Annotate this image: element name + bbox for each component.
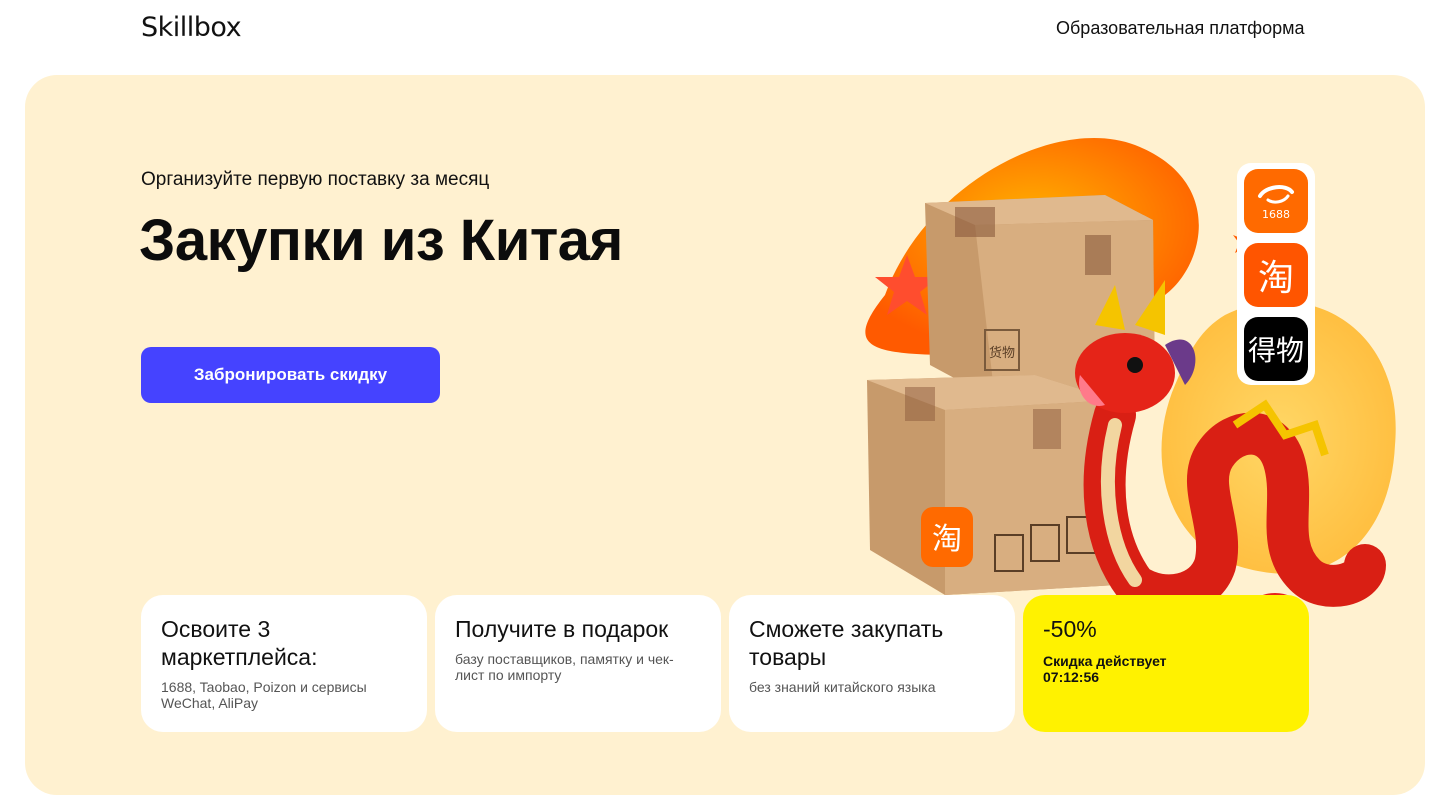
1688-icon: 1688 <box>1244 169 1308 233</box>
taobao-icon: 淘 <box>1244 243 1308 307</box>
discount-label: Скидка действует <box>1043 653 1167 669</box>
skillbox-logo[interactable]: Skillbox <box>141 12 242 43</box>
discount-card: -50% Скидка действует 07:12:56 <box>1023 595 1309 732</box>
site-header: Skillbox Образовательная платформа <box>0 0 1452 60</box>
benefit-cards: Освоите 3 маркетплейса: 1688, Taobao, Po… <box>141 595 1311 732</box>
hero-illustration: 货物 淘 <box>865 138 1396 627</box>
marketplace-app-icons: 1688 淘 得物 <box>1237 163 1315 385</box>
card-title: Сможете закупать товары <box>749 616 944 670</box>
discount-percent: -50% <box>1043 616 1097 642</box>
bottom-parcel-box: 淘 <box>867 375 1117 595</box>
1688-label: 1688 <box>1262 207 1290 221</box>
benefit-card-no-chinese: Сможете закупать товары без знаний китай… <box>729 595 1015 732</box>
hero-subtitle: Организуйте первую поставку за месяц <box>141 169 490 190</box>
box-taobao-logo: 淘 <box>932 522 962 557</box>
benefit-card-gift: Получите в подарок базу поставщиков, пам… <box>435 595 721 732</box>
poizon-icon: 得物 <box>1244 317 1308 381</box>
card-text: без знаний китайского языка <box>749 679 936 695</box>
card-text: 1688, Taobao, Poizon и сервисы WeChat, A… <box>161 679 367 711</box>
card-text: базу поставщиков, памятку и чек-лист по … <box>455 651 674 683</box>
book-discount-button[interactable]: Забронировать скидку <box>141 347 440 403</box>
card-title: Освоите 3 маркетплейса: <box>161 616 318 670</box>
benefit-card-marketplaces: Освоите 3 маркетплейса: 1688, Taobao, Po… <box>141 595 427 732</box>
countdown-timer: 07:12:56 <box>1043 669 1100 685</box>
hero-title: Закупки из Китая <box>139 208 623 273</box>
box-stamp-text: 货物 <box>989 345 1015 361</box>
platform-label: Образовательная платформа <box>1056 18 1305 38</box>
card-title: Получите в подарок <box>455 616 669 642</box>
alibaba-smile-icon <box>1258 184 1294 204</box>
hero-banner: Организуйте первую поставку за месяц Зак… <box>25 75 1425 795</box>
